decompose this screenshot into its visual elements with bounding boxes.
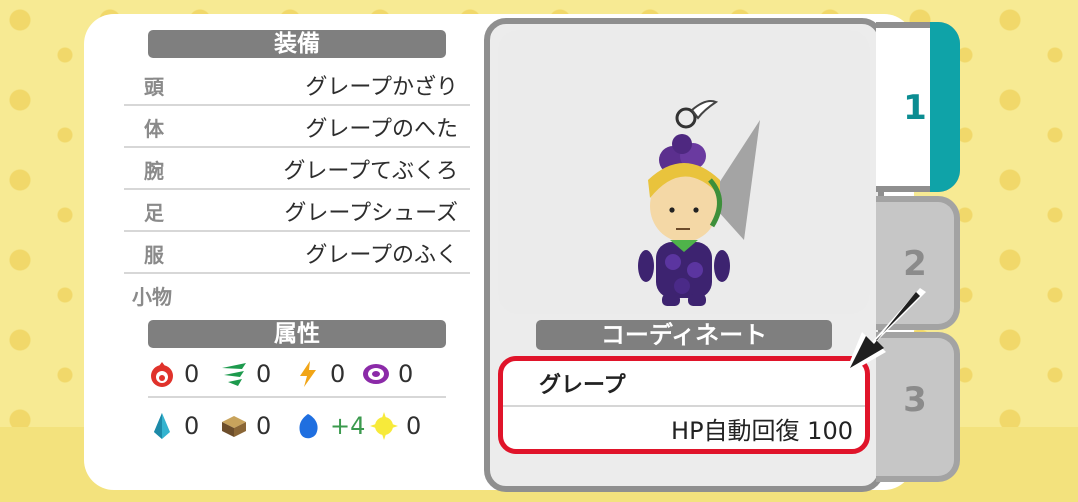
equipment-row-accessory[interactable]: 小物 <box>124 274 470 314</box>
equipment-item-name: グレープのふく <box>305 243 458 268</box>
character-figure-image <box>638 100 760 306</box>
wind-icon <box>222 363 246 386</box>
light-icon <box>370 412 398 440</box>
equipment-slot-label: 頭 <box>144 75 164 99</box>
water-icon <box>299 414 318 439</box>
equipment-row-head[interactable]: 頭 グレープかざり <box>124 64 470 106</box>
equipment-row-feet[interactable]: 足 グレープシューズ <box>124 190 470 232</box>
attribute-value: 0 <box>398 360 414 388</box>
equipment-item-name: グレープてぶくろ <box>283 159 458 184</box>
equipment-row-body[interactable]: 体 グレープのへた <box>124 106 470 148</box>
attribute-value: 0 <box>256 412 272 440</box>
tab-label: 3 <box>903 380 927 420</box>
set-name: グレープ <box>539 373 626 398</box>
crystal-icon <box>154 413 170 439</box>
equipment-row-clothes[interactable]: 服 グレープのふく <box>124 232 470 274</box>
attributes-header: 属性 <box>148 320 446 348</box>
equipment-slot-label: 小物 <box>132 285 172 309</box>
attribute-light: 0 <box>370 412 421 440</box>
equipment-slot-label: 服 <box>144 243 164 267</box>
attribute-spiral: 0 <box>362 360 413 388</box>
equipment-item-name: グレープかざり <box>305 75 458 100</box>
attribute-fire: 0 <box>148 360 199 388</box>
pointer-arrow-icon <box>844 288 926 376</box>
earth-icon <box>222 416 246 437</box>
attribute-water: +4 <box>294 412 365 440</box>
equipment-row-arms[interactable]: 腕 グレープてぶくろ <box>124 148 470 190</box>
equipment-slot-label: 足 <box>144 201 164 225</box>
wing-ornament-icon <box>675 100 719 129</box>
character-preview <box>498 30 870 314</box>
attributes-row: 0 0 +4 0 <box>148 404 446 448</box>
tab-label: 1 <box>903 88 927 128</box>
attribute-lightning: 0 <box>294 360 345 388</box>
attribute-value: 0 <box>256 360 272 388</box>
set-bonus-effect: HP自動回復 100 <box>671 417 853 445</box>
equipment-slot-label: 腕 <box>144 159 164 183</box>
attribute-value: +4 <box>330 412 366 440</box>
attribute-value: 0 <box>184 360 200 388</box>
equipment-header: 装備 <box>148 30 446 58</box>
fire-icon <box>151 362 173 387</box>
attribute-crystal: 0 <box>148 412 199 440</box>
tab-label: 2 <box>903 244 927 284</box>
lightning-icon <box>300 361 316 387</box>
tab-1[interactable]: 1 <box>876 22 960 192</box>
set-bonus-box: グレープ HP自動回復 100 <box>498 356 870 454</box>
attribute-value: 0 <box>406 412 422 440</box>
attribute-wind: 0 <box>220 360 271 388</box>
coordinate-header: コーディネート <box>536 320 832 350</box>
attribute-earth: 0 <box>220 412 271 440</box>
divider <box>503 405 865 407</box>
equipment-item-name: グレープのへた <box>305 117 458 142</box>
attributes-row: 0 0 0 0 <box>148 352 446 398</box>
attribute-value: 0 <box>184 412 200 440</box>
equipment-item-name: グレープシューズ <box>284 201 458 226</box>
spiral-icon <box>363 364 389 384</box>
attribute-value: 0 <box>330 360 346 388</box>
equipment-slot-label: 体 <box>144 117 164 141</box>
